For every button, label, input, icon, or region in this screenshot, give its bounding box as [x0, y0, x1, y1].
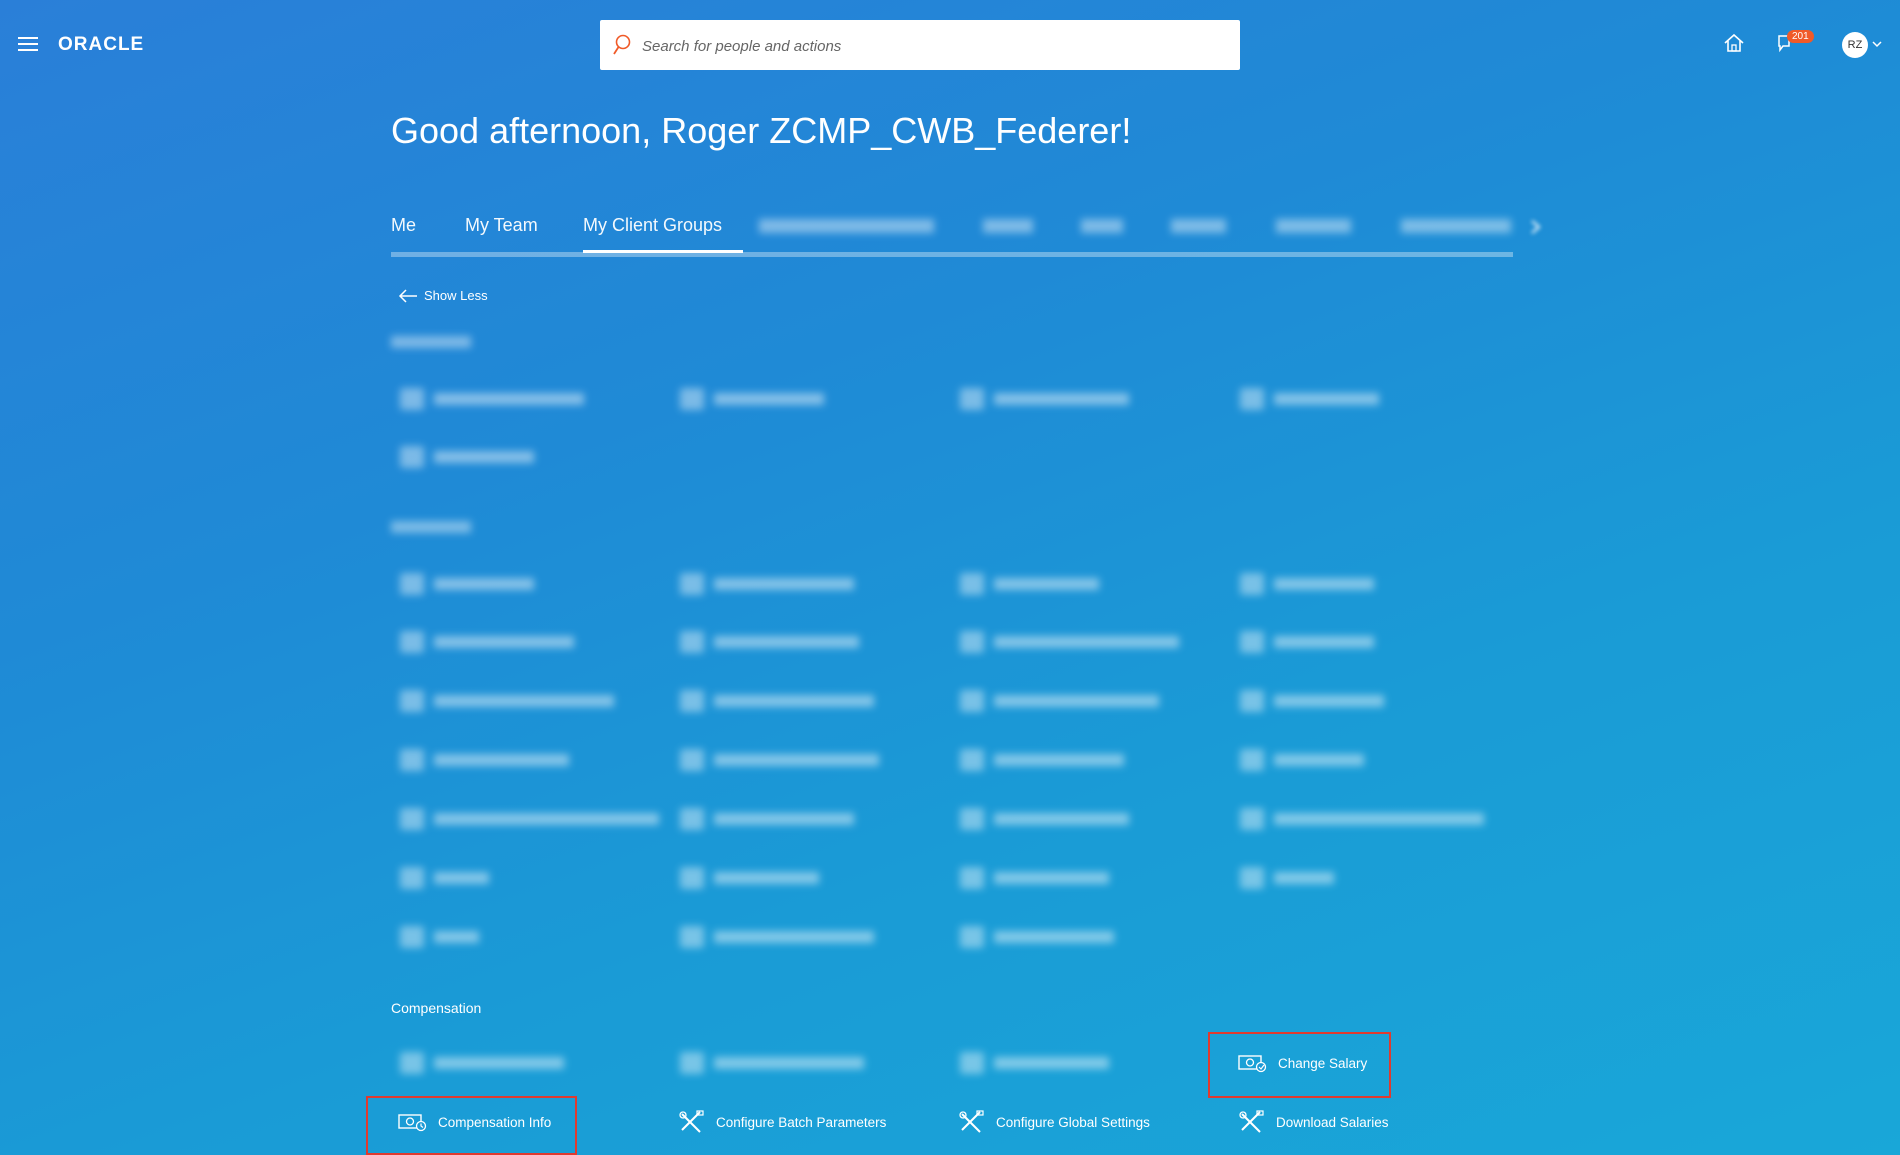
quick-action-tile[interactable] [680, 384, 824, 414]
configure-global-settings-label: Configure Global Settings [996, 1114, 1150, 1130]
quick-action-tile[interactable] [680, 922, 874, 952]
quick-action-tile[interactable] [1240, 384, 1379, 414]
tab-my-client-groups[interactable]: My Client Groups [583, 215, 743, 253]
quick-action-tile[interactable] [400, 863, 489, 893]
download-salaries-label: Download Salaries [1276, 1114, 1389, 1130]
quick-action-tile[interactable] [960, 1048, 1109, 1078]
section-title-redacted-2 [391, 521, 471, 533]
quick-action-tile[interactable] [400, 1048, 564, 1078]
tab-redacted-1[interactable] [759, 215, 934, 233]
search-input[interactable] [640, 30, 1224, 62]
download-salaries-tile[interactable]: Download Salaries [1238, 1107, 1389, 1137]
quick-action-tile[interactable] [960, 745, 1124, 775]
quick-action-tile[interactable] [680, 686, 874, 716]
oracle-logo[interactable]: ORACLE [58, 34, 144, 56]
quick-action-tile[interactable] [960, 804, 1129, 834]
global-search [600, 20, 1240, 70]
quick-action-tile[interactable] [1240, 804, 1484, 834]
arrow-left-icon [398, 288, 417, 303]
tab-redacted-5[interactable] [1276, 215, 1351, 233]
highlight-box-change-salary [1208, 1032, 1391, 1098]
tabs-scroll-right-icon[interactable] [1530, 219, 1542, 235]
quick-action-tile[interactable] [680, 863, 819, 893]
quick-action-tile[interactable] [680, 627, 859, 657]
quick-action-tile[interactable] [680, 569, 854, 599]
tab-my-team[interactable]: My Team [465, 215, 538, 236]
user-avatar[interactable]: RZ [1842, 32, 1868, 58]
greeting-title: Good afternoon, Roger ZCMP_CWB_Federer! [391, 110, 1132, 151]
global-header: ORACLE 201 RZ [0, 0, 1900, 90]
search-icon [613, 34, 631, 55]
configure-global-settings-tile[interactable]: Configure Global Settings [958, 1107, 1150, 1137]
tab-redacted-3[interactable] [1081, 215, 1123, 233]
quick-action-tile[interactable] [400, 922, 479, 952]
quick-action-tile[interactable] [960, 922, 1114, 952]
tab-me[interactable]: Me [391, 215, 416, 236]
quick-action-tile[interactable] [680, 1048, 864, 1078]
show-less-link[interactable]: Show Less [398, 288, 488, 303]
springboard-tabs: Me My Team My Client Groups [391, 212, 1513, 257]
quick-action-tile[interactable] [960, 863, 1109, 893]
tab-redacted-4[interactable] [1171, 215, 1226, 233]
quick-action-tile[interactable] [400, 686, 614, 716]
show-less-label: Show Less [424, 288, 488, 303]
quick-action-tile[interactable] [960, 686, 1159, 716]
home-icon[interactable] [1723, 33, 1745, 53]
highlight-box-compensation-info [366, 1096, 577, 1155]
section-title-compensation: Compensation [391, 1000, 482, 1016]
tools-icon [1239, 1110, 1264, 1133]
chevron-down-icon[interactable] [1872, 40, 1882, 48]
quick-action-tile[interactable] [1240, 863, 1334, 893]
quick-action-tile[interactable] [960, 384, 1129, 414]
quick-action-tile[interactable] [400, 804, 659, 834]
quick-action-tile[interactable] [1240, 686, 1384, 716]
quick-action-tile[interactable] [400, 569, 534, 599]
configure-batch-parameters-label: Configure Batch Parameters [716, 1114, 887, 1130]
quick-action-tile[interactable] [1240, 569, 1374, 599]
configure-batch-parameters-tile[interactable]: Configure Batch Parameters [678, 1107, 886, 1137]
quick-action-tile[interactable] [400, 384, 584, 414]
quick-action-tile[interactable] [960, 627, 1179, 657]
quick-action-tile[interactable] [400, 627, 574, 657]
quick-action-tile[interactable] [1240, 627, 1374, 657]
tab-redacted-2[interactable] [983, 215, 1033, 233]
tools-icon [679, 1110, 704, 1133]
quick-action-tile[interactable] [400, 745, 569, 775]
navigator-menu-icon[interactable] [18, 37, 38, 53]
tools-icon [959, 1110, 984, 1133]
section-title-redacted-1 [391, 336, 471, 348]
quick-action-tile[interactable] [680, 745, 879, 775]
tab-redacted-6[interactable] [1401, 215, 1511, 233]
quick-action-tile[interactable] [680, 804, 854, 834]
quick-action-tile[interactable] [400, 442, 534, 472]
quick-action-tile[interactable] [1240, 745, 1364, 775]
notification-count-badge: 201 [1787, 30, 1814, 43]
quick-action-tile[interactable] [960, 569, 1099, 599]
